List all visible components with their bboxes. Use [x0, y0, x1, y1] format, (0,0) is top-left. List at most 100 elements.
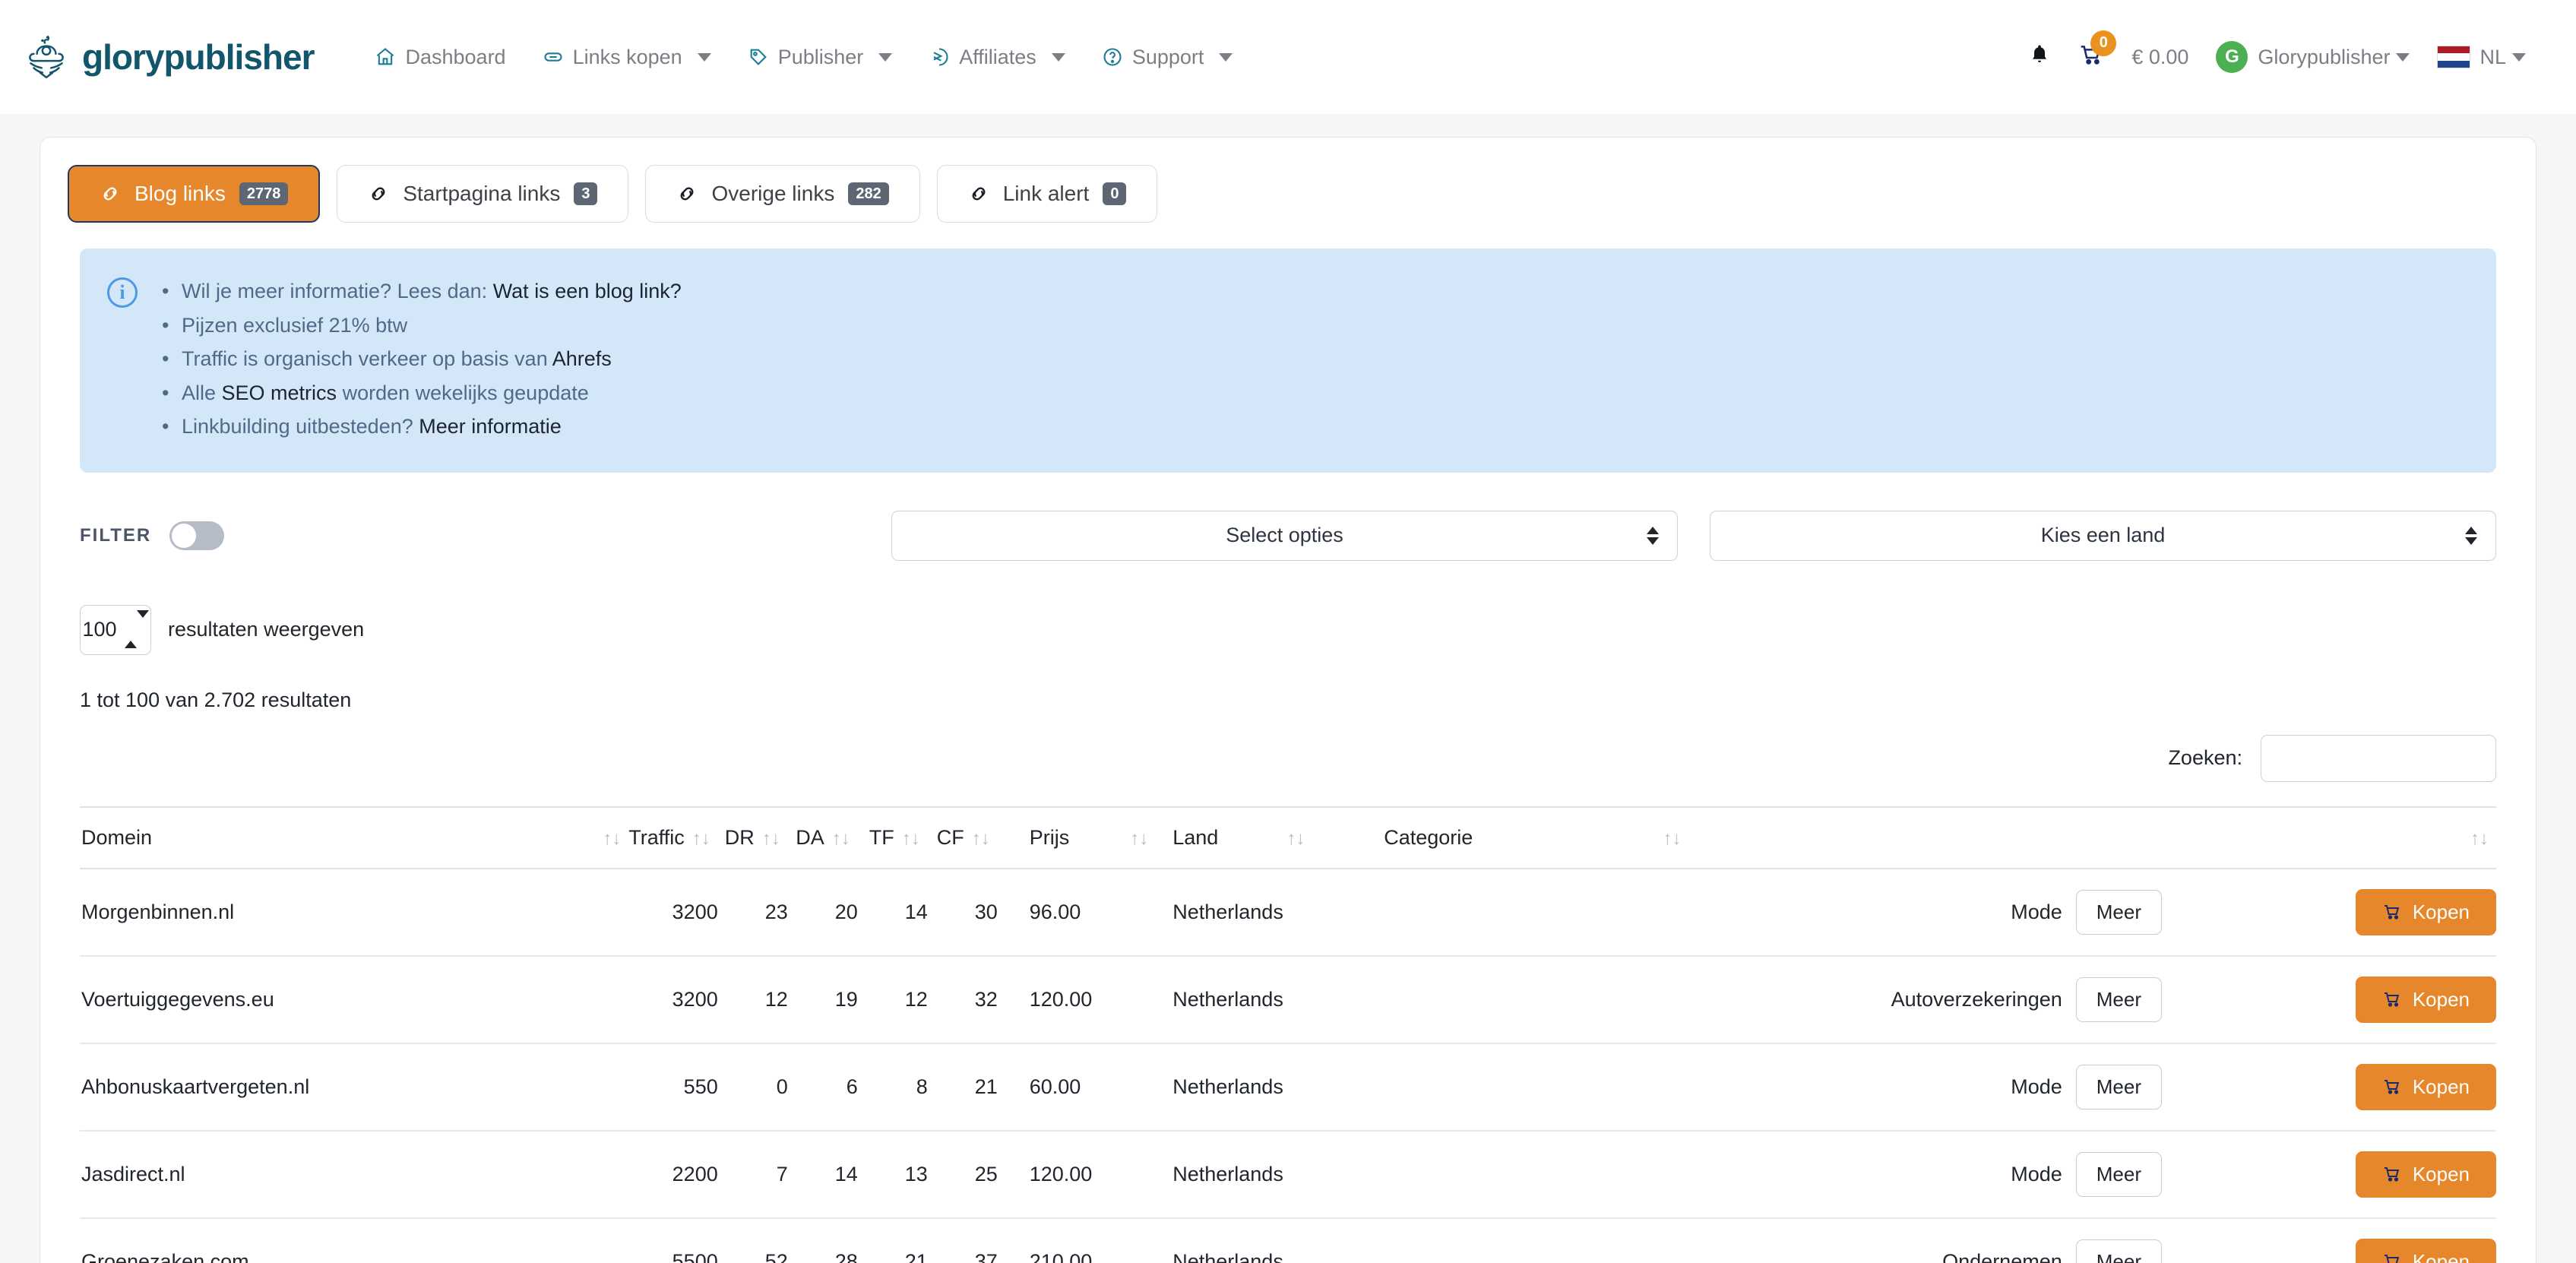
- cart-icon: [2382, 903, 2402, 921]
- tab-count-badge: 282: [848, 182, 889, 205]
- search-input[interactable]: [2261, 734, 2496, 782]
- table-head: Domein ↑↓ Traffic ↑↓ DR ↑↓ DA ↑↓ TF ↑↓ C…: [80, 806, 2496, 869]
- tab-label: Blog links: [134, 182, 226, 205]
- cart-icon: [2382, 990, 2402, 1008]
- avatar: G: [2216, 41, 2248, 73]
- col-cf[interactable]: CF ↑↓: [927, 806, 998, 869]
- info-text: worden wekelijks geupdate: [337, 381, 589, 404]
- netherlands-flag-icon: [2437, 46, 2471, 68]
- meer-button[interactable]: Meer: [2075, 977, 2162, 1022]
- kopen-button[interactable]: Kopen: [2355, 888, 2496, 935]
- tab-link-alert[interactable]: Link alert 0: [936, 165, 1158, 223]
- kopen-label: Kopen: [2412, 900, 2470, 923]
- country-select[interactable]: Kies een land: [1710, 510, 2496, 561]
- page-length-row: 100 resultaten weergeven: [40, 561, 2536, 655]
- info-list-item: Wil je meer informatie? Lees dan: Wat is…: [159, 274, 682, 309]
- cell-prijs: 60.00: [997, 1043, 1157, 1132]
- account-name: Glorypublisher: [2258, 45, 2391, 68]
- info-link[interactable]: Wat is een blog link?: [493, 280, 682, 302]
- meer-button[interactable]: Meer: [2075, 889, 2162, 935]
- table-body: Morgenbinnen.nl 3200 23 20 14 30 96.00 N…: [80, 868, 2496, 1263]
- link-icon: [676, 183, 698, 204]
- col-dr[interactable]: DR ↑↓: [717, 806, 788, 869]
- balance-display[interactable]: € 0.00: [2118, 46, 2202, 69]
- nav-item-affiliates[interactable]: Affiliates: [910, 38, 1084, 77]
- sort-updown-icon: ↑↓: [761, 828, 780, 849]
- kopen-button[interactable]: Kopen: [2355, 1063, 2496, 1110]
- tab-label: Overige links: [711, 182, 835, 205]
- kopen-button[interactable]: Kopen: [2355, 1238, 2496, 1263]
- links-table: Domein ↑↓ Traffic ↑↓ DR ↑↓ DA ↑↓ TF ↑↓ C…: [80, 806, 2496, 1263]
- col-da[interactable]: DA ↑↓: [787, 806, 858, 869]
- nav-item-links-kopen[interactable]: Links kopen: [524, 38, 729, 77]
- cell-traffic: 3200: [595, 868, 718, 957]
- kopen-button[interactable]: Kopen: [2355, 1151, 2496, 1198]
- tab-blog-links[interactable]: Blog links 2778: [68, 165, 321, 223]
- language-menu[interactable]: NL: [2423, 46, 2540, 69]
- col-traffic[interactable]: ↑↓ Traffic ↑↓: [595, 806, 718, 869]
- cell-tf: 21: [857, 1217, 928, 1263]
- notifications-button[interactable]: [2014, 43, 2065, 71]
- cart-icon: [2382, 1078, 2402, 1096]
- table-row[interactable]: Voertuiggegevens.eu 3200 12 19 12 32 120…: [80, 955, 2496, 1044]
- balance-amount: € 0.00: [2131, 45, 2189, 68]
- nav-item-publisher[interactable]: Publisher: [729, 38, 911, 77]
- cart-icon: [2382, 1165, 2402, 1183]
- info-link[interactable]: Meer informatie: [419, 415, 562, 438]
- info-link[interactable]: Ahrefs: [552, 347, 612, 370]
- table-row[interactable]: Jasdirect.nl 2200 7 14 13 25 120.00 Neth…: [80, 1130, 2496, 1219]
- cell-dr: 52: [717, 1217, 788, 1263]
- nav-right-group: 0 € 0.00 G Glorypublisher NL: [2014, 30, 2540, 73]
- info-list-item: Traffic is organisch verkeer op basis va…: [159, 342, 682, 376]
- table-header-row: Domein ↑↓ Traffic ↑↓ DR ↑↓ DA ↑↓ TF ↑↓ C…: [80, 806, 2496, 869]
- col-actions[interactable]: ↑↓: [2299, 806, 2496, 869]
- cell-dr: 7: [717, 1130, 788, 1219]
- cell-cf: 30: [927, 868, 998, 957]
- page-length-select[interactable]: 100: [80, 604, 151, 655]
- cell-da: 14: [787, 1130, 858, 1219]
- col-prijs[interactable]: Prijs ↑↓: [997, 806, 1157, 869]
- cart-button[interactable]: 0: [2065, 30, 2118, 72]
- meer-button[interactable]: Meer: [2075, 1151, 2162, 1197]
- brand-logo-link[interactable]: glorypublisher: [21, 32, 315, 82]
- cell-land: Netherlands: [1156, 955, 1385, 1044]
- nav-label: Support: [1131, 45, 1204, 68]
- cell-categorie: Ondernemen Meer: [1384, 1217, 2299, 1263]
- col-tf[interactable]: TF ↑↓: [857, 806, 928, 869]
- cell-actions: Kopen: [2299, 1130, 2496, 1219]
- tab-startpagina-links[interactable]: Startpagina links 3: [337, 165, 629, 223]
- account-menu[interactable]: G Glorypublisher: [2202, 41, 2423, 73]
- options-select[interactable]: Select opties: [891, 510, 1678, 561]
- col-categorie[interactable]: Categorie ↑↓: [1384, 806, 2299, 869]
- meer-button[interactable]: Meer: [2075, 1239, 2162, 1263]
- tab-overige-links[interactable]: Overige links 282: [645, 165, 920, 223]
- table-row[interactable]: Ahbonuskaartvergeten.nl 550 0 6 8 21 60.…: [80, 1043, 2496, 1132]
- nav-item-support[interactable]: Support: [1084, 38, 1252, 77]
- sort-updown-icon: ↑↓: [901, 828, 920, 849]
- search-row: Zoeken:: [40, 712, 2536, 782]
- nav-item-dashboard[interactable]: Dashboard: [356, 38, 524, 77]
- cell-cf: 25: [927, 1130, 998, 1219]
- category-label: Mode: [2011, 1162, 2062, 1185]
- col-label: Domein: [81, 825, 153, 849]
- cell-da: 19: [787, 955, 858, 1044]
- chevron-down-icon: [878, 52, 893, 62]
- table-row[interactable]: Groenezaken.com 5500 52 28 21 37 210.00 …: [80, 1217, 2496, 1263]
- cell-cf: 21: [927, 1043, 998, 1132]
- chevron-down-icon: [697, 52, 711, 62]
- cell-prijs: 120.00: [997, 955, 1157, 1044]
- filter-toggle[interactable]: [169, 521, 225, 550]
- kopen-label: Kopen: [2412, 1162, 2470, 1185]
- info-list: Wil je meer informatie? Lees dan: Wat is…: [159, 274, 682, 444]
- meer-button[interactable]: Meer: [2075, 1064, 2162, 1109]
- col-land[interactable]: Land ↑↓: [1156, 806, 1385, 869]
- info-text: Pijzen exclusief 21% btw: [182, 313, 408, 337]
- tab-label: Startpagina links: [403, 182, 561, 205]
- cell-prijs: 210.00: [997, 1217, 1157, 1263]
- cell-da: 28: [787, 1217, 858, 1263]
- table-row[interactable]: Morgenbinnen.nl 3200 23 20 14 30 96.00 N…: [80, 868, 2496, 957]
- col-domein[interactable]: Domein: [80, 806, 596, 869]
- cell-traffic: 5500: [595, 1217, 718, 1263]
- kopen-button[interactable]: Kopen: [2355, 976, 2496, 1023]
- cell-land: Netherlands: [1156, 1130, 1385, 1219]
